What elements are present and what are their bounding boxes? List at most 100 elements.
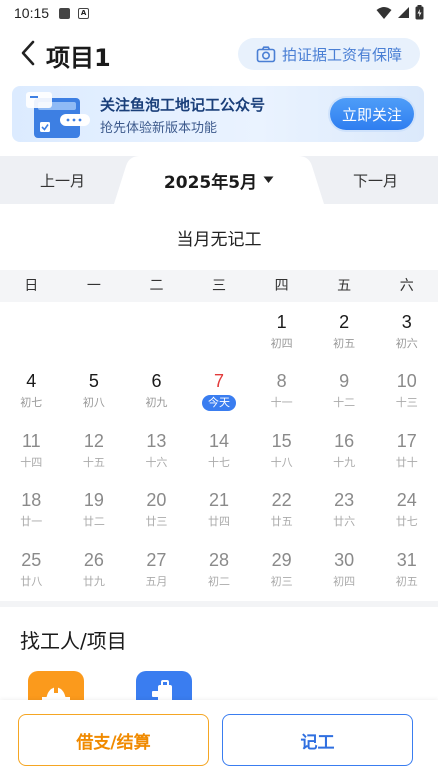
calendar-day[interactable]: 17 廿十	[375, 423, 438, 482]
section-title: 找工人/项目	[20, 629, 127, 653]
lunar-date: 十三	[395, 396, 418, 410]
lunar-date: 十二	[333, 396, 356, 410]
calendar-day-today[interactable]: 7 今天	[188, 363, 251, 422]
calendar-empty-cell	[125, 304, 188, 363]
lunar-date: 初三	[270, 574, 293, 588]
find-projects-icon[interactable]	[136, 671, 192, 703]
lunar-date: 初七	[20, 396, 43, 410]
calendar-day[interactable]: 11 十四	[0, 423, 63, 482]
lunar-date: 廿二	[82, 515, 105, 529]
weekday-label: 一	[86, 278, 101, 294]
lunar-date: 初四	[270, 337, 293, 350]
calendar-day[interactable]: 12 十五	[63, 423, 126, 482]
app-a-icon: A	[78, 7, 90, 19]
calendar-day-number: 13	[146, 430, 167, 451]
calendar-day[interactable]: 4 初七	[0, 363, 63, 422]
calendar-day[interactable]: 29 初三	[250, 542, 313, 601]
calendar-day[interactable]: 26 廿九	[63, 542, 126, 601]
calendar-day[interactable]: 14 十七	[188, 423, 251, 482]
notification-icon	[59, 7, 71, 19]
calendar-day[interactable]: 24 廿七	[375, 482, 438, 541]
header: 项目1 拍证据工资有保障	[0, 30, 438, 78]
photo-evidence-button[interactable]: 拍证据工资有保障	[238, 38, 420, 70]
current-month-selector[interactable]: 2025年5月	[114, 156, 324, 204]
calendar-day[interactable]: 5 初八	[63, 363, 126, 422]
back-button[interactable]	[14, 38, 42, 68]
follow-banner[interactable]: 关注鱼泡工地记工公众号 抢先体验新版本功能 立即关注	[12, 86, 424, 142]
calendar-day[interactable]: 10 十三	[375, 363, 438, 422]
calendar-week-row: 4 初七 5 初八 6 初九 7 今天 8 十一 9 十二 10 十三	[0, 363, 438, 422]
calendar-day[interactable]: 1 初四	[250, 304, 313, 363]
calendar-day[interactable]: 20 廿三	[125, 482, 188, 541]
status-time: 10:15	[14, 5, 50, 21]
lunar-date: 初四	[333, 574, 356, 588]
calendar-day-number: 4	[26, 371, 37, 392]
lunar-date: 廿十	[395, 455, 418, 469]
calendar-day-number: 31	[396, 549, 417, 570]
calendar-day-number: 1	[276, 312, 287, 332]
calendar-day-number: 25	[21, 549, 42, 570]
calendar-day[interactable]: 19 廿二	[63, 482, 126, 541]
weekday-label: 六	[399, 278, 414, 294]
lunar-date: 廿四	[208, 515, 231, 529]
calendar-day[interactable]: 28 初二	[188, 542, 251, 601]
banner-title: 关注鱼泡工地记工公众号	[100, 96, 266, 114]
lunar-date: 十五	[82, 455, 105, 469]
weekday-label: 三	[212, 278, 227, 294]
lunar-date: 初五	[333, 337, 356, 350]
calendar-day[interactable]: 21 廿四	[188, 482, 251, 541]
calendar-day-number: 20	[146, 490, 167, 511]
calendar-day[interactable]: 23 廿六	[313, 482, 376, 541]
calendar-day[interactable]: 16 十九	[313, 423, 376, 482]
calendar-day[interactable]: 25 廿八	[0, 542, 63, 601]
prev-month-button[interactable]: 上一月	[0, 156, 125, 204]
calendar-day-number: 11	[21, 430, 41, 451]
next-month-button[interactable]: 下一月	[313, 156, 438, 204]
calendar-day-number: 16	[334, 430, 355, 451]
lunar-date: 初五	[395, 574, 418, 588]
calendar-day[interactable]: 15 十八	[250, 423, 313, 482]
calendar-day[interactable]: 18 廿一	[0, 482, 63, 541]
follow-button[interactable]: 立即关注	[330, 98, 414, 130]
calendar-week-row: 25 廿八 26 廿九 27 五月 28 初二 29 初三 30 初四 31 初五	[0, 542, 438, 601]
lunar-date: 初八	[82, 396, 105, 410]
lunar-date: 廿三	[145, 515, 168, 529]
calendar-day-number: 6	[151, 371, 162, 392]
calendar-day-number: 23	[334, 490, 355, 511]
calendar-day[interactable]: 8 十一	[250, 363, 313, 422]
calendar-day[interactable]: 3 初六	[375, 304, 438, 363]
calendar-day-number: 3	[401, 312, 412, 332]
chat-illustration-icon	[26, 92, 90, 138]
calendar-week-row: 1 初四 2 初五 3 初六	[0, 304, 438, 363]
find-workers-icon[interactable]	[28, 671, 84, 703]
calendar-day[interactable]: 9 十二	[313, 363, 376, 422]
calendar-week-row: 18 廿一 19 廿二 20 廿三 21 廿四 22 廿五 23 廿六 24 廿七	[0, 482, 438, 541]
calendar-day-number: 22	[271, 490, 292, 511]
today-badge: 今天	[202, 395, 237, 412]
calendar-day[interactable]: 6 初九	[125, 363, 188, 422]
calendar-day[interactable]: 27 五月	[125, 542, 188, 601]
photo-button-label: 拍证据工资有保障	[281, 45, 402, 64]
calendar-day[interactable]: 30 初四	[313, 542, 376, 601]
lunar-date: 十一	[270, 396, 293, 410]
calendar-day-number: 17	[396, 430, 417, 451]
calendar-day[interactable]: 13 十六	[125, 423, 188, 482]
record-work-button[interactable]: 记工	[222, 714, 413, 766]
calendar-day[interactable]: 22 廿五	[250, 482, 313, 541]
calendar-day-number: 26	[83, 549, 104, 570]
calendar-day[interactable]: 2 初五	[313, 304, 376, 363]
calendar-day-number: 12	[83, 430, 104, 451]
calendar-empty-cell	[63, 304, 126, 363]
calendar-day-number: 14	[209, 430, 230, 451]
weekday-label: 五	[337, 278, 352, 294]
loan-settlement-button[interactable]: 借支/结算	[18, 714, 209, 766]
lunar-date: 五月	[145, 574, 168, 588]
lunar-date: 十六	[145, 455, 168, 469]
calendar-day-number: 30	[334, 549, 355, 570]
calendar-day-number: 10	[396, 371, 417, 392]
banner-subtitle: 抢先体验新版本功能	[100, 121, 218, 136]
month-navigation: 上一月 2025年5月 下一月	[0, 156, 438, 204]
calendar-day[interactable]: 31 初五	[375, 542, 438, 601]
lunar-date: 十七	[208, 455, 231, 469]
calendar-day-number: 7	[214, 371, 225, 392]
